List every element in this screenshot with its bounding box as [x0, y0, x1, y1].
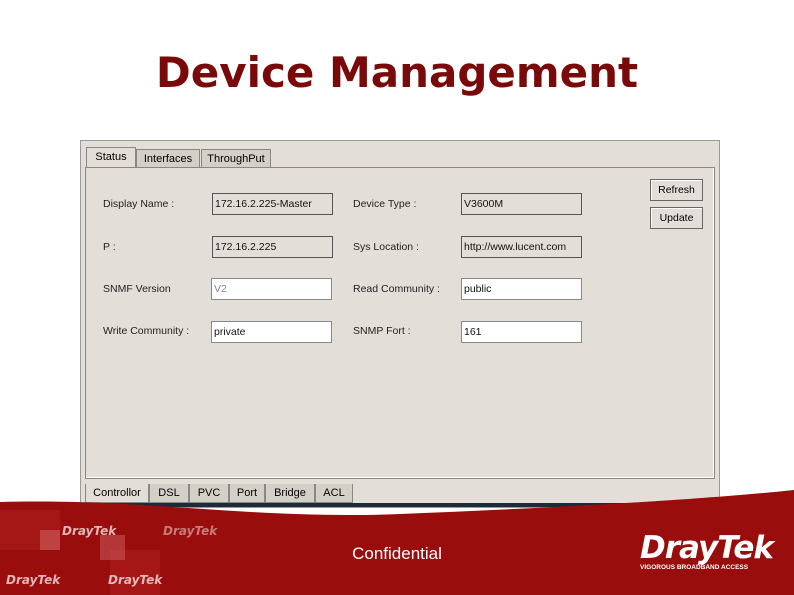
tab-throughput[interactable]: ThroughPut — [201, 149, 271, 168]
snmp-port-label: SNMP Fort : — [353, 325, 411, 337]
device-management-window: Status Interfaces ThroughPut Display Nam… — [80, 140, 720, 508]
snmp-version-field: V2 — [211, 278, 332, 300]
display-name-field: 172.16.2.225-Master — [212, 193, 333, 215]
snmp-port-input[interactable]: 161 — [461, 321, 582, 343]
status-panel — [85, 167, 715, 479]
sys-location-field: http://www.lucent.com — [461, 236, 582, 258]
snmp-version-label: SNMF Version — [103, 283, 171, 295]
tab-interfaces[interactable]: Interfaces — [136, 149, 200, 168]
write-community-input[interactable]: private — [211, 321, 332, 343]
ip-label: P : — [103, 241, 116, 253]
device-type-label: Device Type : — [353, 198, 417, 210]
watermark-logo: DrayTek — [62, 524, 117, 538]
display-name-label: Display Name : — [103, 198, 175, 210]
read-community-input[interactable]: public — [461, 278, 582, 300]
device-type-field: V3600M — [461, 193, 582, 215]
slide-title: Device Management — [155, 48, 639, 97]
tab-status[interactable]: Status — [86, 147, 136, 168]
logo-name: DrayTek — [640, 530, 774, 566]
update-button[interactable]: Update — [650, 207, 703, 229]
watermark-logo: DrayTek — [108, 573, 163, 587]
watermark-logo: DrayTek — [6, 573, 61, 587]
write-community-label: Write Community : — [103, 325, 190, 337]
ip-field: 172.16.2.225 — [212, 236, 333, 258]
draytek-logo: DrayTek VIGOROUS BROADBAND ACCESS — [640, 530, 774, 571]
read-community-label: Read Community : — [353, 283, 440, 295]
watermark-logo: DrayTek — [163, 524, 218, 538]
refresh-button[interactable]: Refresh — [650, 179, 703, 201]
sys-location-label: Sys Location : — [353, 241, 419, 253]
